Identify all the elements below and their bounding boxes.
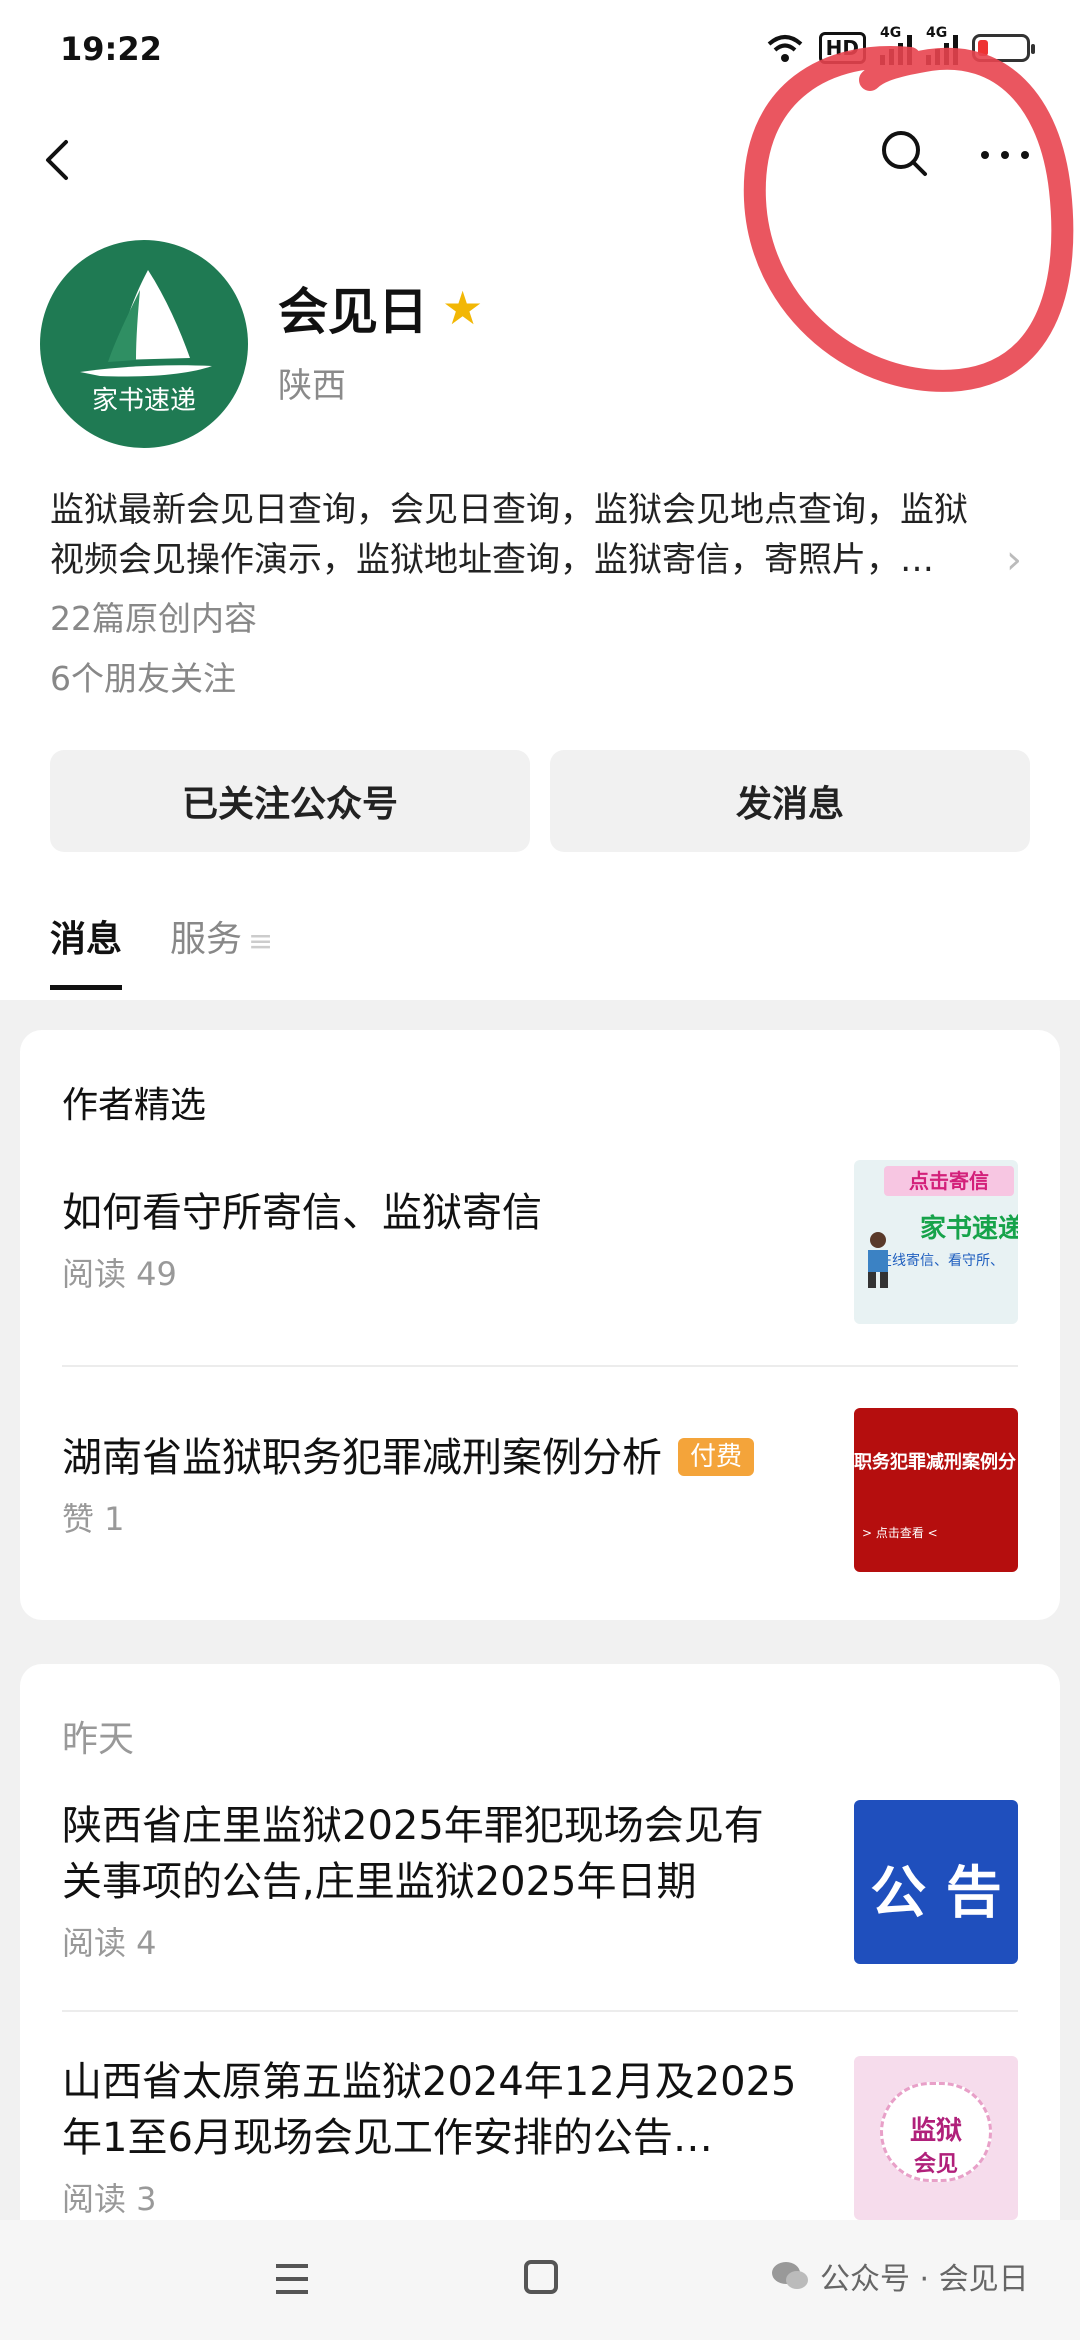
article-thumbnail[interactable]: 公 告	[854, 1800, 1018, 1964]
person-illustration-icon	[868, 1232, 888, 1288]
menu-grip-icon: ≡	[248, 924, 274, 959]
wechat-icon	[772, 2262, 808, 2289]
article-thumbnail[interactable]: 监狱 会见	[854, 2056, 1018, 2220]
back-arrow-icon[interactable]	[30, 130, 90, 190]
status-time: 19:22	[60, 30, 162, 68]
yesterday-card: 昨天 陕西省庄里监狱2025年罪犯现场会见有 关事项的公告,庄里监狱2025年日…	[20, 1664, 1060, 2264]
paid-badge: 付费	[678, 1438, 755, 1476]
thumb-cta: > 点击查看 <	[862, 1526, 938, 1540]
account-name: 会见日 ★	[278, 272, 483, 344]
divider	[62, 2010, 1018, 2012]
description-line-2: 视频会见操作演示，监狱地址查询，监狱寄信，寄照片，…	[50, 540, 934, 580]
date-header: 昨天	[62, 1719, 135, 1760]
send-message-button[interactable]: 发消息	[550, 750, 1030, 852]
description-line-1: 监狱最新会见日查询，会见日查询，监狱会见地点查询，监狱	[50, 490, 968, 530]
tab-bar: 消息 服务 ≡	[50, 910, 273, 990]
friends-following[interactable]: 6个朋友关注	[50, 652, 236, 700]
chevron-right-icon[interactable]: ›	[1006, 537, 1022, 583]
system-nav-bar: 公众号 · 会见日	[0, 2220, 1080, 2340]
tab-services-label: 服务	[170, 919, 243, 960]
thumb-text-2: 会见	[913, 2152, 958, 2177]
featured-title: 作者精选	[62, 1085, 207, 1126]
tab-services[interactable]: 服务 ≡	[170, 910, 273, 970]
thumb-title: 职务犯罪减刑案例分	[854, 1452, 1016, 1473]
account-location: 陕西	[278, 366, 346, 406]
followed-button[interactable]: 已关注公众号	[50, 750, 530, 852]
account-name-text: 会见日	[278, 283, 428, 341]
watermark: 公众号 · 会见日	[770, 2254, 1029, 2298]
home-icon[interactable]	[524, 2260, 558, 2294]
thumb-brand: 家书速递	[920, 1214, 1018, 1244]
tab-messages[interactable]: 消息	[50, 910, 123, 990]
red-annotation-circle	[743, 46, 1074, 392]
recent-apps-icon[interactable]	[274, 2262, 310, 2296]
thumb-text-1: 监狱	[909, 2116, 962, 2146]
thumb-notice-text: 公 告	[870, 1861, 1002, 1926]
account-avatar[interactable]: 家书速递	[40, 240, 248, 448]
account-description[interactable]: 监狱最新会见日查询，会见日查询，监狱会见地点查询，监狱 视频会见操作演示，监狱地…	[50, 485, 1020, 585]
divider	[62, 1365, 1018, 1367]
article-title-text: 湖南省监狱职务犯罪减刑案例分析	[62, 1435, 662, 1481]
article-thumbnail[interactable]: 点击寄信 家书速递 在线寄信、看守所、	[854, 1160, 1018, 1324]
article-thumbnail[interactable]: 职务犯罪减刑案例分 > 点击查看 <	[854, 1408, 1018, 1572]
featured-card: 作者精选 如何看守所寄信、监狱寄信 阅读 49 点击寄信 家书速递 在线寄信、看…	[20, 1030, 1060, 1620]
watermark-text: 公众号 · 会见日	[820, 2262, 1029, 2297]
logo-text: 家书速递	[91, 386, 196, 416]
thumb-banner: 点击寄信	[884, 1166, 1014, 1196]
star-icon: ★	[442, 281, 484, 335]
original-articles-count: 22篇原创内容	[50, 599, 257, 638]
